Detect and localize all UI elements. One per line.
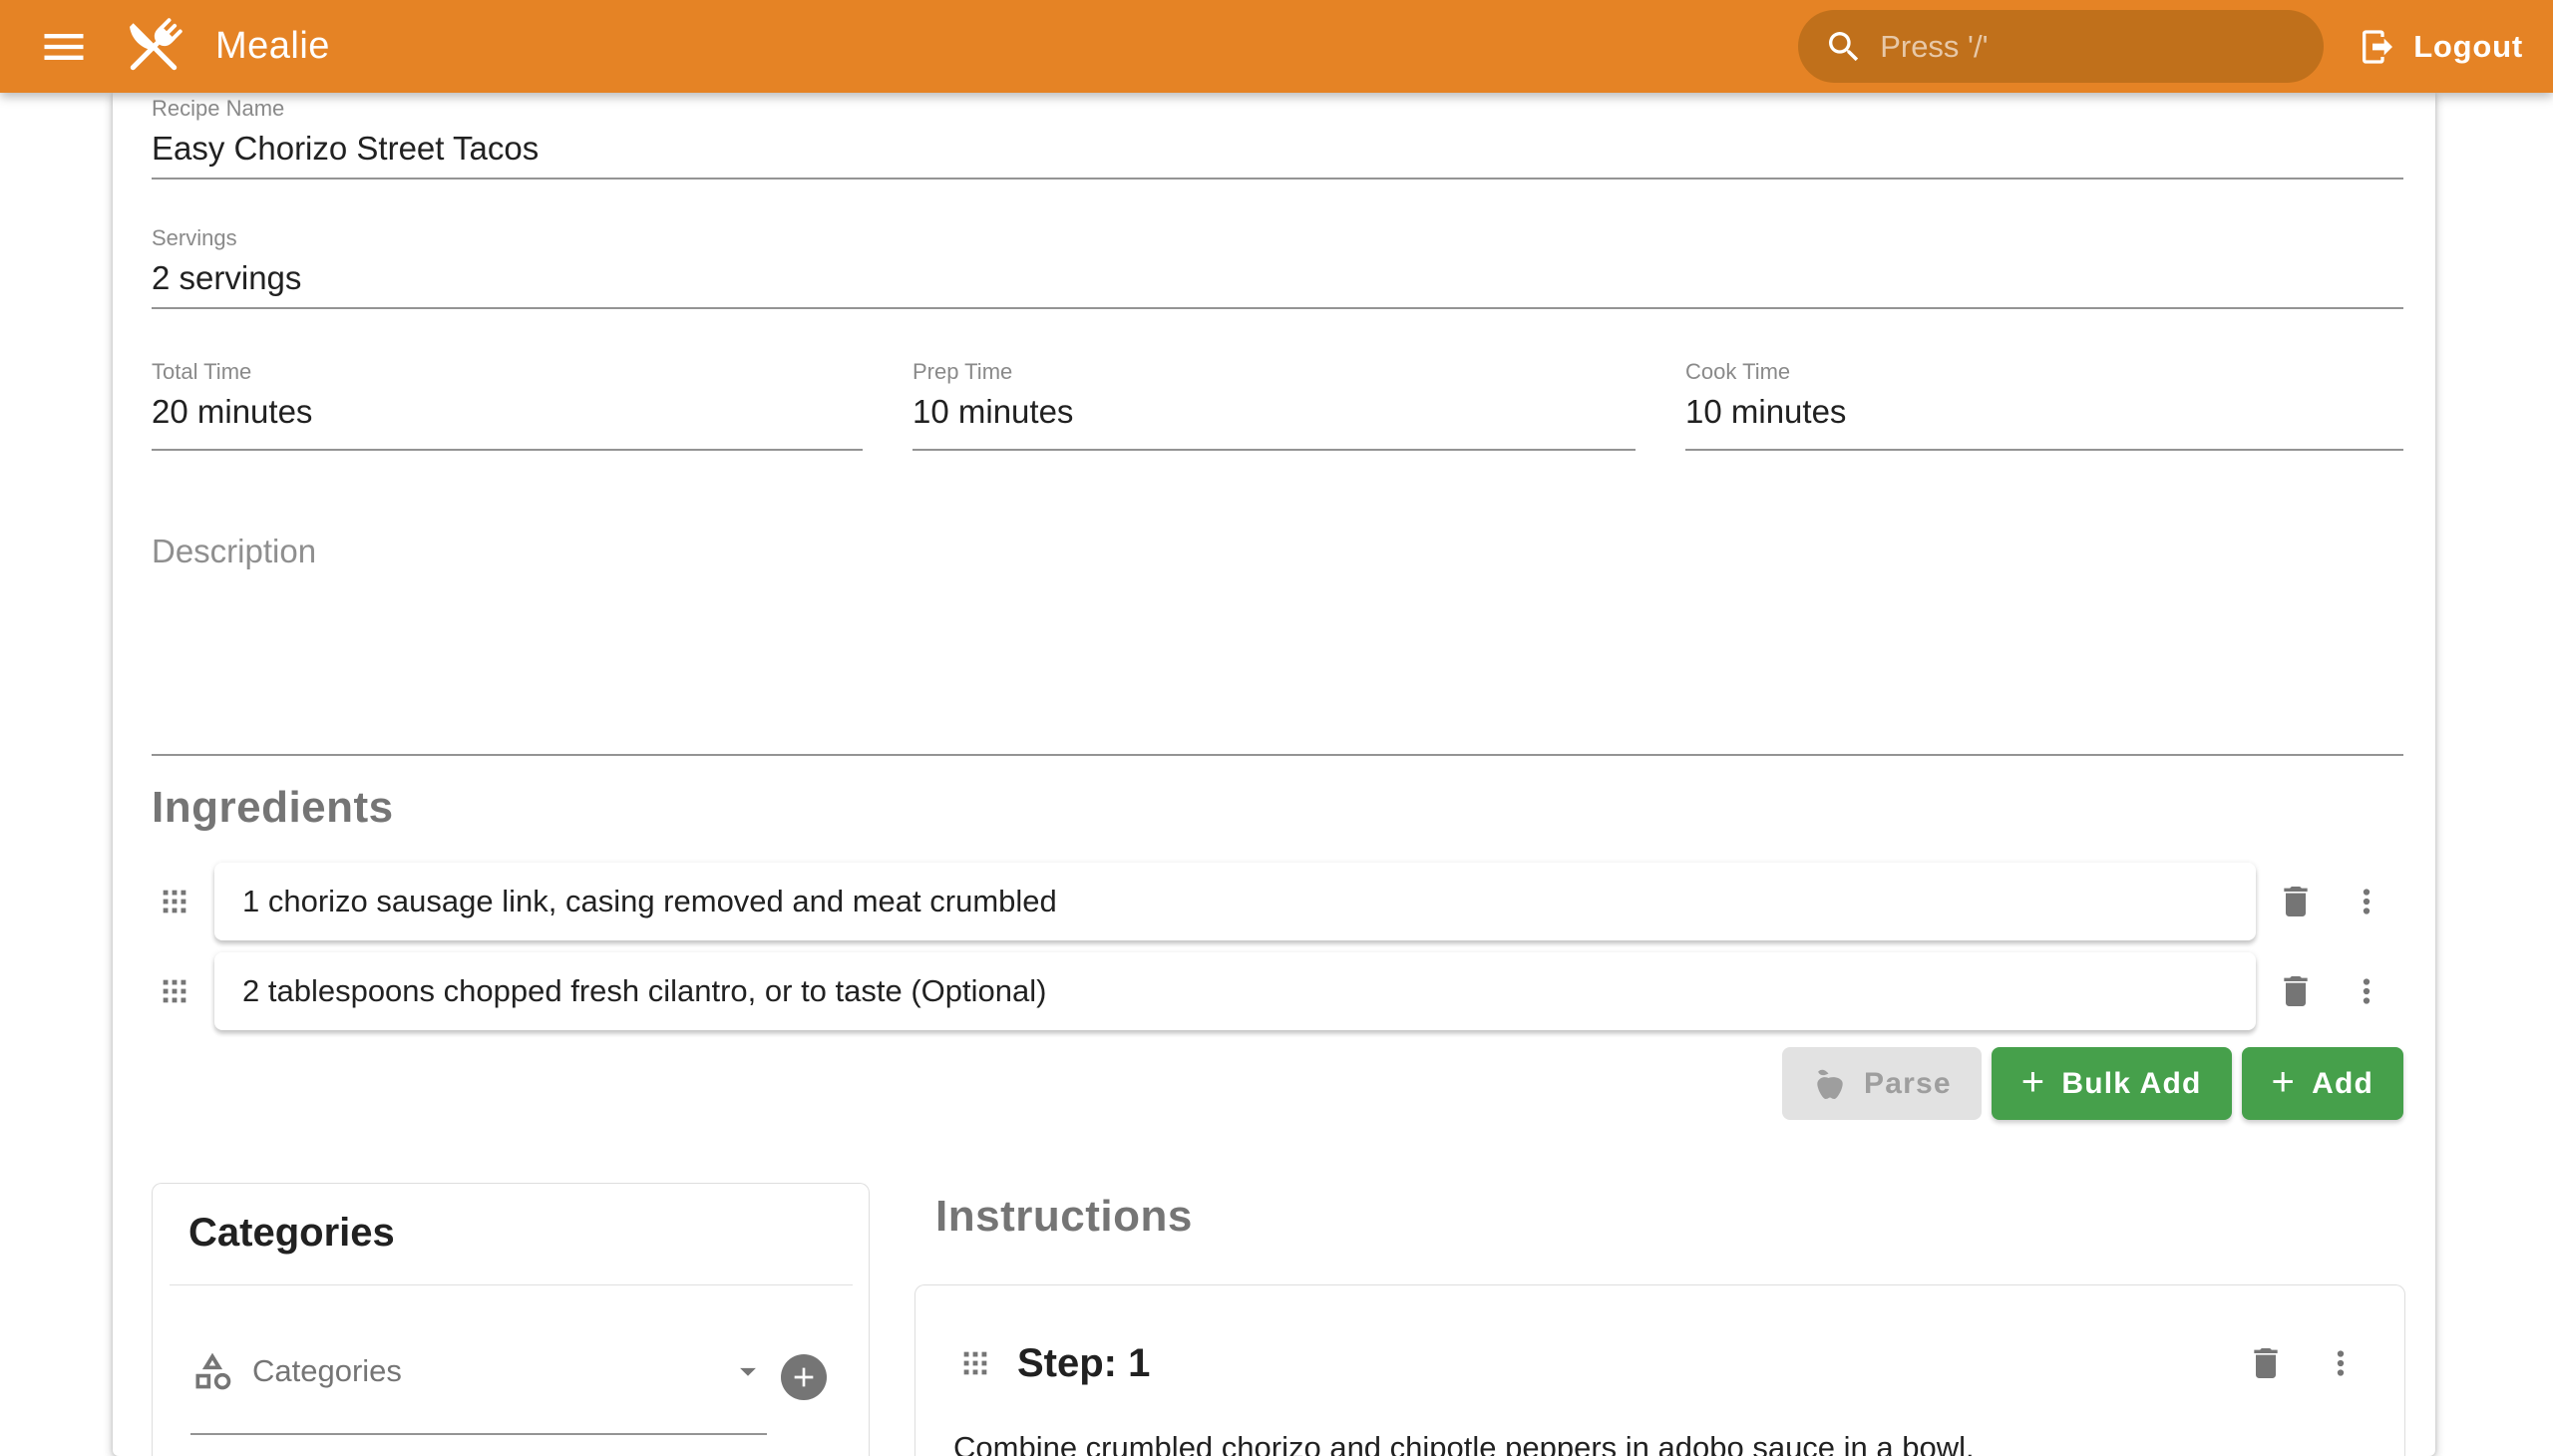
logout-icon bbox=[2358, 27, 2397, 67]
logout-button[interactable]: Logout bbox=[2358, 27, 2523, 67]
ingredient-input[interactable]: 2 tablespoons chopped fresh cilantro, or… bbox=[214, 952, 2256, 1030]
total-time-label: Total Time bbox=[152, 360, 863, 384]
search-input[interactable]: Press '/' bbox=[1798, 10, 2324, 83]
apple-icon bbox=[1812, 1066, 1848, 1102]
ingredient-menu-button[interactable] bbox=[2339, 963, 2394, 1019]
delete-ingredient-button[interactable] bbox=[2268, 963, 2324, 1019]
chevron-down-icon bbox=[729, 1352, 767, 1390]
menu-icon bbox=[38, 21, 90, 73]
ingredient-input[interactable]: 1 chorizo sausage link, casing removed a… bbox=[214, 863, 2256, 940]
shapes-icon bbox=[190, 1349, 234, 1393]
categories-divider bbox=[170, 1284, 853, 1285]
cook-time-label: Cook Time bbox=[1685, 360, 2403, 384]
kebab-icon bbox=[2348, 883, 2385, 920]
cook-time-field[interactable]: Cook Time 10 minutes bbox=[1685, 360, 2403, 451]
add-category-button[interactable] bbox=[781, 1354, 827, 1400]
recipe-editor-card: Recipe Name Easy Chorizo Street Tacos Se… bbox=[113, 93, 2435, 1456]
search-placeholder: Press '/' bbox=[1880, 29, 1988, 65]
drag-handle[interactable] bbox=[155, 963, 194, 1019]
hamburger-menu-button[interactable] bbox=[36, 19, 92, 75]
drag-handle-icon bbox=[958, 1346, 992, 1380]
categories-title: Categories bbox=[188, 1210, 395, 1256]
prep-time-value[interactable]: 10 minutes bbox=[912, 392, 1636, 432]
step-title: Step: 1 bbox=[1017, 1341, 1150, 1386]
ingredients-heading: Ingredients bbox=[152, 784, 394, 832]
step-header: Step: 1 bbox=[955, 1333, 2369, 1393]
parse-label: Parse bbox=[1864, 1067, 1952, 1101]
recipe-name-field[interactable]: Recipe Name Easy Chorizo Street Tacos bbox=[152, 97, 2403, 180]
delete-step-button[interactable] bbox=[2238, 1335, 2294, 1391]
description-label: Description bbox=[152, 532, 2403, 571]
servings-label: Servings bbox=[152, 226, 2403, 250]
trash-icon bbox=[2276, 971, 2316, 1011]
trash-icon bbox=[2246, 1343, 2286, 1383]
app-logo bbox=[118, 11, 189, 83]
step-text[interactable]: Combine crumbled chorizo and chipotle pe… bbox=[953, 1425, 2345, 1456]
total-time-field[interactable]: Total Time 20 minutes bbox=[152, 360, 863, 451]
app-title: Mealie bbox=[215, 25, 330, 68]
search-icon bbox=[1824, 27, 1864, 67]
delete-ingredient-button[interactable] bbox=[2268, 874, 2324, 929]
drag-handle-icon bbox=[158, 974, 191, 1008]
add-ingredient-button[interactable]: + Add bbox=[2242, 1047, 2403, 1120]
drag-handle[interactable] bbox=[955, 1335, 995, 1391]
total-time-value[interactable]: 20 minutes bbox=[152, 392, 863, 432]
ingredients-actions: Parse + Bulk Add + Add bbox=[1782, 1047, 2403, 1120]
plus-icon: + bbox=[2021, 1062, 2046, 1102]
plus-circle-icon bbox=[788, 1361, 820, 1393]
recipe-name-value[interactable]: Easy Chorizo Street Tacos bbox=[152, 129, 2403, 169]
step-menu-button[interactable] bbox=[2313, 1335, 2369, 1391]
parse-button[interactable]: Parse bbox=[1782, 1047, 1982, 1120]
plus-icon: + bbox=[2272, 1062, 2297, 1102]
step-card: Step: 1 Combine crumbled chorizo and chi… bbox=[914, 1284, 2405, 1456]
categories-select[interactable]: Categories bbox=[190, 1338, 767, 1435]
ingredient-row: 1 chorizo sausage link, casing removed a… bbox=[143, 863, 2407, 940]
kebab-icon bbox=[2322, 1344, 2360, 1382]
servings-value[interactable]: 2 servings bbox=[152, 258, 2403, 298]
drag-handle[interactable] bbox=[155, 874, 194, 929]
categories-card: Categories Categories bbox=[152, 1183, 870, 1456]
categories-select-label: Categories bbox=[252, 1353, 729, 1389]
prep-time-field[interactable]: Prep Time 10 minutes bbox=[912, 360, 1636, 451]
app-bar: Mealie Press '/' Logout bbox=[0, 0, 2553, 93]
kebab-icon bbox=[2348, 972, 2385, 1010]
drag-handle-icon bbox=[158, 885, 191, 918]
crossed-cutlery-icon bbox=[118, 11, 189, 83]
servings-field[interactable]: Servings 2 servings bbox=[152, 226, 2403, 309]
add-label: Add bbox=[2312, 1067, 2373, 1101]
instructions-heading: Instructions bbox=[935, 1193, 1193, 1241]
ingredient-menu-button[interactable] bbox=[2339, 874, 2394, 929]
bulk-add-label: Bulk Add bbox=[2061, 1067, 2201, 1101]
bulk-add-button[interactable]: + Bulk Add bbox=[1992, 1047, 2232, 1120]
ingredient-row: 2 tablespoons chopped fresh cilantro, or… bbox=[143, 952, 2407, 1030]
mealie-recipe-editor: Mealie Press '/' Logout Recipe Name Easy… bbox=[0, 0, 2553, 1456]
logout-label: Logout bbox=[2413, 29, 2523, 65]
trash-icon bbox=[2276, 882, 2316, 921]
description-field[interactable]: Description bbox=[152, 522, 2403, 756]
recipe-name-label: Recipe Name bbox=[152, 97, 2403, 121]
cook-time-value[interactable]: 10 minutes bbox=[1685, 392, 2403, 432]
prep-time-label: Prep Time bbox=[912, 360, 1636, 384]
